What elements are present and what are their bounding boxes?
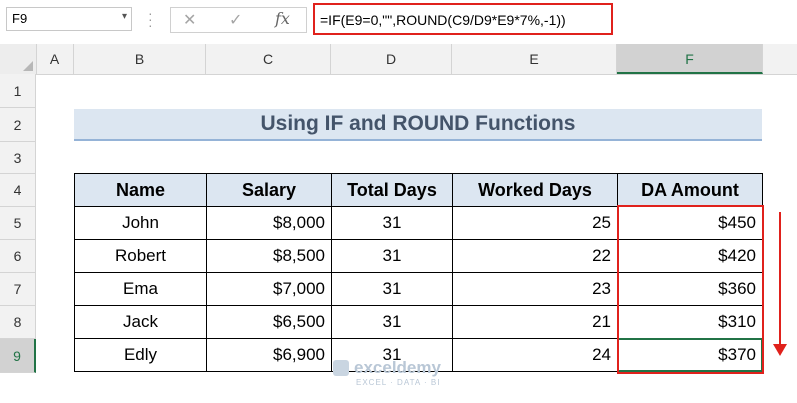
table-cell[interactable]: Ema xyxy=(74,272,207,306)
table-cell[interactable]: 31 xyxy=(331,305,453,339)
insert-function-icon[interactable]: fx xyxy=(275,9,290,28)
header-worked-days[interactable]: Worked Days xyxy=(452,173,618,207)
formula-text: =IF(E9=0,"",ROUND(C9/D9*E9*7%,-1)) xyxy=(320,12,566,28)
highlight-box xyxy=(617,205,764,374)
chevron-down-icon[interactable]: ▾ xyxy=(122,11,127,22)
table-cell[interactable]: 31 xyxy=(331,206,453,240)
row-header-1[interactable]: 1 xyxy=(0,74,36,108)
header-salary[interactable]: Salary xyxy=(206,173,332,207)
arrow-head-icon xyxy=(773,344,787,356)
table-cell[interactable]: 23 xyxy=(452,272,618,306)
column-header-b[interactable]: B xyxy=(74,44,206,74)
row-header-2[interactable]: 2 xyxy=(0,108,36,142)
table-cell[interactable]: $8,000 xyxy=(206,206,332,240)
sheet-title: Using IF and ROUND Functions xyxy=(260,112,576,135)
header-total-days[interactable]: Total Days xyxy=(331,173,453,207)
table-cell[interactable]: 21 xyxy=(452,305,618,339)
name-box[interactable]: F9 ▾ xyxy=(6,7,132,31)
table-cell[interactable]: 31 xyxy=(331,272,453,306)
select-all-triangle-icon xyxy=(23,61,33,71)
name-box-value: F9 xyxy=(12,11,28,26)
table-cell[interactable]: Robert xyxy=(74,239,207,273)
table-cell[interactable]: John xyxy=(74,206,207,240)
header-name[interactable]: Name xyxy=(74,173,207,207)
watermark-subtext: EXCEL · DATA · BI xyxy=(356,378,441,387)
exceldemy-logo-icon xyxy=(333,360,349,376)
vertical-dots-icon[interactable]: · · · xyxy=(148,6,153,32)
table-cell[interactable]: 31 xyxy=(331,239,453,273)
table-cell[interactable]: Jack xyxy=(74,305,207,339)
cancel-icon[interactable]: ✕ xyxy=(183,10,196,30)
table-cell[interactable]: Edly xyxy=(74,338,207,372)
table-cell[interactable]: $8,500 xyxy=(206,239,332,273)
fill-down-arrow xyxy=(779,212,781,347)
row-header-7[interactable]: 7 xyxy=(0,273,36,306)
table-cell[interactable]: 25 xyxy=(452,206,618,240)
row-header-5[interactable]: 5 xyxy=(0,207,36,240)
row-header-8[interactable]: 8 xyxy=(0,306,36,339)
row-header-3[interactable]: 3 xyxy=(0,142,36,174)
column-header-d[interactable]: D xyxy=(331,44,452,74)
row-header-4[interactable]: 4 xyxy=(0,174,36,207)
table-cell[interactable]: $6,500 xyxy=(206,305,332,339)
formula-buttons: ✕ ✓ fx xyxy=(170,7,307,33)
sheet-title-cell[interactable]: Using IF and ROUND Functions xyxy=(74,109,762,141)
table-cell[interactable]: 24 xyxy=(452,338,618,372)
row-header-6[interactable]: 6 xyxy=(0,240,36,273)
table-cell[interactable]: 22 xyxy=(452,239,618,273)
formula-bar: F9 ▾ · · · ✕ ✓ fx =IF(E9=0,"",ROUND(C9/D9*… xyxy=(0,0,797,45)
column-header-f[interactable]: F xyxy=(617,44,763,74)
table-cell[interactable]: $7,000 xyxy=(206,272,332,306)
column-header-c[interactable]: C xyxy=(206,44,331,74)
formula-input[interactable]: =IF(E9=0,"",ROUND(C9/D9*E9*7%,-1)) xyxy=(313,3,613,35)
column-header-a[interactable]: A xyxy=(36,44,74,74)
table-cell[interactable]: $6,900 xyxy=(206,338,332,372)
column-header-e[interactable]: E xyxy=(452,44,617,74)
watermark-text: exceldemy xyxy=(354,358,441,377)
row-header-9[interactable]: 9 xyxy=(0,339,36,373)
select-all-button[interactable] xyxy=(0,44,37,75)
enter-icon[interactable]: ✓ xyxy=(229,10,242,30)
header-da-amount[interactable]: DA Amount xyxy=(617,173,763,207)
